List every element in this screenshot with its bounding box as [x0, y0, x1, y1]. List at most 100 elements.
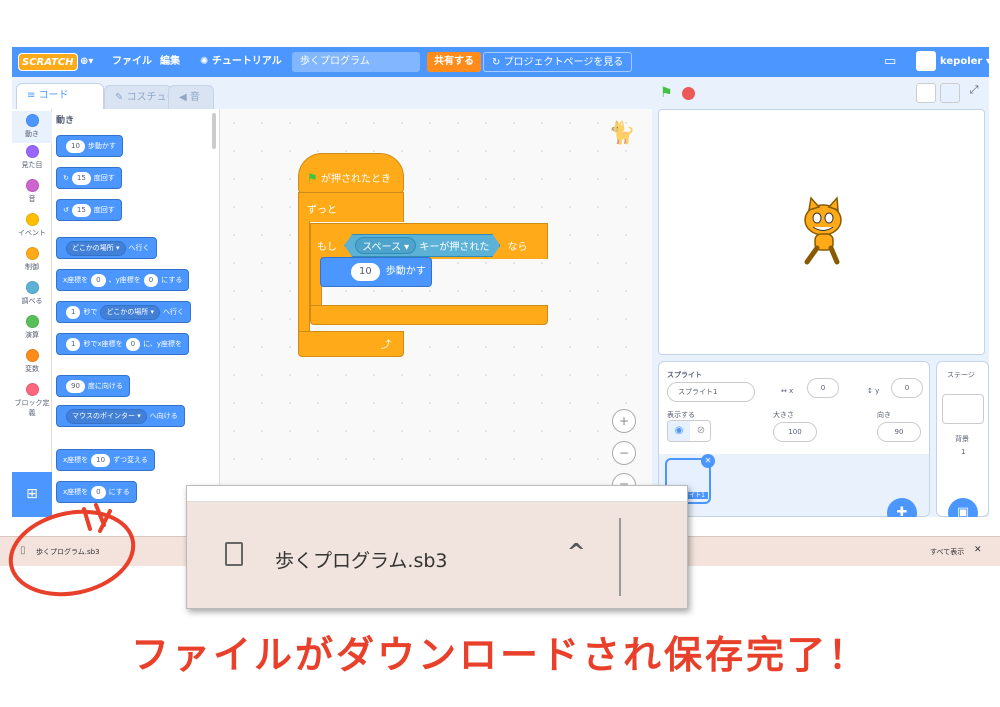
block-goto-xy[interactable]: x座標を 0 、y座標を 0 にする — [56, 269, 190, 291]
cat-add-icon: ✚ — [896, 505, 908, 517]
fullscreen-icon[interactable]: ⤢ — [964, 83, 984, 103]
block-goto[interactable]: どこかの場所 ▾ へ行く — [56, 237, 157, 259]
x-input[interactable]: 0 — [807, 378, 839, 398]
size-label: 大きさ — [773, 411, 794, 419]
block-palette: 動き 10 歩動かす ↻ 15 度回す ↺ 15 度回す どこかの場所 ▾ へ行く x座標を… — [52, 109, 220, 517]
loop-arrow-icon: ⤴ — [381, 340, 391, 351]
block-move-steps[interactable]: 10 歩動かす — [56, 135, 123, 157]
category-variables[interactable]: 変数 — [12, 349, 52, 374]
account-menu[interactable]: kepoler ▾ — [916, 47, 989, 77]
large-stage-icon[interactable] — [940, 83, 960, 103]
tutorial-menu[interactable]: ✺ チュートリアル — [200, 47, 282, 77]
scratch-logo[interactable]: SCRATCH — [18, 53, 78, 71]
sprite-label: スプライト — [667, 371, 702, 379]
chevron-up-icon[interactable]: ^ — [567, 540, 585, 565]
category-events[interactable]: イベント — [12, 213, 52, 238]
category-sensing[interactable]: 調べる — [12, 281, 52, 306]
if-block[interactable]: もし スペース ▾ キーが押された なら — [310, 223, 548, 259]
eye-hidden-icon[interactable]: ⊘ — [690, 421, 710, 441]
block-turn-left[interactable]: ↺ 15 度回す — [56, 199, 122, 221]
rotate-left-icon: ↺ — [63, 206, 69, 214]
code-icon: ≡ — [27, 90, 39, 101]
caption-text: ファイルがダウンロードされ保存完了！ — [130, 633, 869, 677]
close-icon[interactable]: ✕ — [974, 545, 982, 555]
category-operators[interactable]: 演算 — [12, 315, 52, 340]
scratch-app: SCRATCH ⊕▾ ファイル 編集 ✺ チュートリアル 歩くプログラム 共有す… — [12, 47, 989, 517]
tab-sound[interactable]: ◀ 音 — [168, 85, 214, 109]
language-menu[interactable]: ⊕▾ — [80, 47, 93, 77]
show-all-link[interactable]: すべて表示 — [930, 547, 964, 557]
edit-menu[interactable]: 編集 — [160, 47, 180, 77]
avatar — [916, 51, 936, 71]
rotate-right-icon: ↻ — [63, 174, 69, 182]
category-motion[interactable]: 動き — [12, 111, 52, 143]
share-button[interactable]: 共有する — [427, 52, 481, 72]
brush-icon: ✎ — [115, 92, 127, 103]
when-flag-clicked-block[interactable]: ⚑ が押されたとき — [298, 153, 404, 193]
stage-label: ステージ — [947, 371, 975, 379]
refresh-icon: ↻ — [492, 57, 504, 68]
block-glide-to[interactable]: 1 秒で どこかの場所 ▾ へ行く — [56, 301, 191, 323]
direction-label: 向き — [877, 411, 891, 419]
block-point-towards[interactable]: マウスのポインター ▾ へ向ける — [56, 405, 185, 427]
project-page-button[interactable]: ↻ プロジェクトページを見る — [483, 52, 633, 72]
block-glide-xy[interactable]: 1 秒でx座標を 0 に、y座標を — [56, 333, 190, 355]
forever-arm — [298, 221, 310, 331]
move-steps-block[interactable]: 10 歩動かす — [320, 257, 432, 287]
green-flag-icon: ⚑ — [307, 171, 318, 185]
forever-end: ⤴ — [298, 331, 404, 357]
small-stage-icon[interactable] — [916, 83, 936, 103]
sprite-name-input[interactable]: スプライト1 — [667, 382, 755, 402]
stage-header: ⚑ ⤢ — [652, 77, 989, 109]
add-backdrop-button[interactable]: ▣ — [948, 498, 978, 517]
x-label: ↔ x — [781, 387, 794, 395]
block-point-direction[interactable]: 90 度に向ける — [56, 375, 130, 397]
block-change-x[interactable]: x座標を 10 ずつ変える — [56, 449, 155, 471]
category-control[interactable]: 制御 — [12, 247, 52, 272]
file-menu[interactable]: ファイル — [112, 47, 152, 77]
editor-tabs: ✎ コスチューム ◀ 音 ≡ コード — [12, 77, 222, 109]
category-my-blocks[interactable]: ブロック定義 — [12, 383, 52, 418]
sprite-watermark-icon: 🐈 — [608, 121, 636, 146]
folder-icon[interactable]: ▭ — [884, 47, 896, 77]
stage-thumbnail[interactable] — [942, 394, 984, 424]
show-label: 表示する — [667, 411, 695, 419]
category-menu: 動き 見た目 音 イベント 制御 調べる 演算 変数 ブロック定義 — [12, 109, 52, 517]
palette-header: 動き — [56, 116, 75, 126]
direction-input[interactable]: 90 — [877, 422, 921, 442]
forever-block[interactable]: ずっと — [298, 192, 404, 222]
delete-icon[interactable]: ✕ — [701, 454, 715, 468]
green-flag-icon[interactable]: ⚑ — [660, 85, 673, 101]
zoom-out-button[interactable]: − — [612, 441, 636, 465]
script-workspace[interactable]: 🐈 ⚑ が押されたとき ずっと ⤴ もし スペース ▾ キーが押された なら 1… — [220, 109, 652, 517]
stage-canvas[interactable] — [658, 109, 985, 355]
highlight-circle-annotation — [8, 503, 136, 597]
y-input[interactable]: 0 — [891, 378, 923, 398]
category-looks[interactable]: 見た目 — [12, 145, 52, 170]
cat-sprite[interactable] — [787, 196, 859, 268]
tab-costume[interactable]: ✎ コスチューム — [104, 85, 186, 109]
steps-input[interactable]: 10 — [351, 263, 380, 281]
divider — [619, 518, 621, 596]
palette-scrollbar[interactable] — [212, 113, 216, 149]
key-pressed-sensing-block[interactable]: スペース ▾ キーが押された — [344, 234, 500, 257]
stage-target-pane: ステージ 背景 1 ▣ — [936, 361, 989, 517]
eye-icon[interactable]: ◉ — [668, 421, 690, 441]
download-zoom-callout: 歩くプログラム.sb3 ^ — [186, 485, 688, 609]
callout-top-strip — [187, 486, 687, 502]
menu-bar: SCRATCH ⊕▾ ファイル 編集 ✺ チュートリアル 歩くプログラム 共有す… — [12, 47, 989, 77]
size-input[interactable]: 100 — [773, 422, 817, 442]
speaker-icon: ◀ — [179, 92, 190, 103]
backdrop-label: 背景 — [955, 435, 969, 443]
category-sound[interactable]: 音 — [12, 179, 52, 204]
y-label: ↕ y — [867, 387, 880, 395]
block-turn-right[interactable]: ↻ 15 度回す — [56, 167, 122, 189]
stop-icon[interactable] — [682, 87, 695, 100]
callout-filename[interactable]: 歩くプログラム.sb3 — [275, 546, 448, 573]
tab-code[interactable]: ≡ コード — [16, 83, 104, 109]
image-add-icon: ▣ — [956, 505, 970, 517]
visibility-toggle[interactable]: ◉ ⊘ — [667, 420, 711, 442]
project-title-input[interactable]: 歩くプログラム — [292, 52, 420, 72]
key-dropdown[interactable]: スペース ▾ — [355, 237, 416, 254]
zoom-in-button[interactable]: + — [612, 409, 636, 433]
